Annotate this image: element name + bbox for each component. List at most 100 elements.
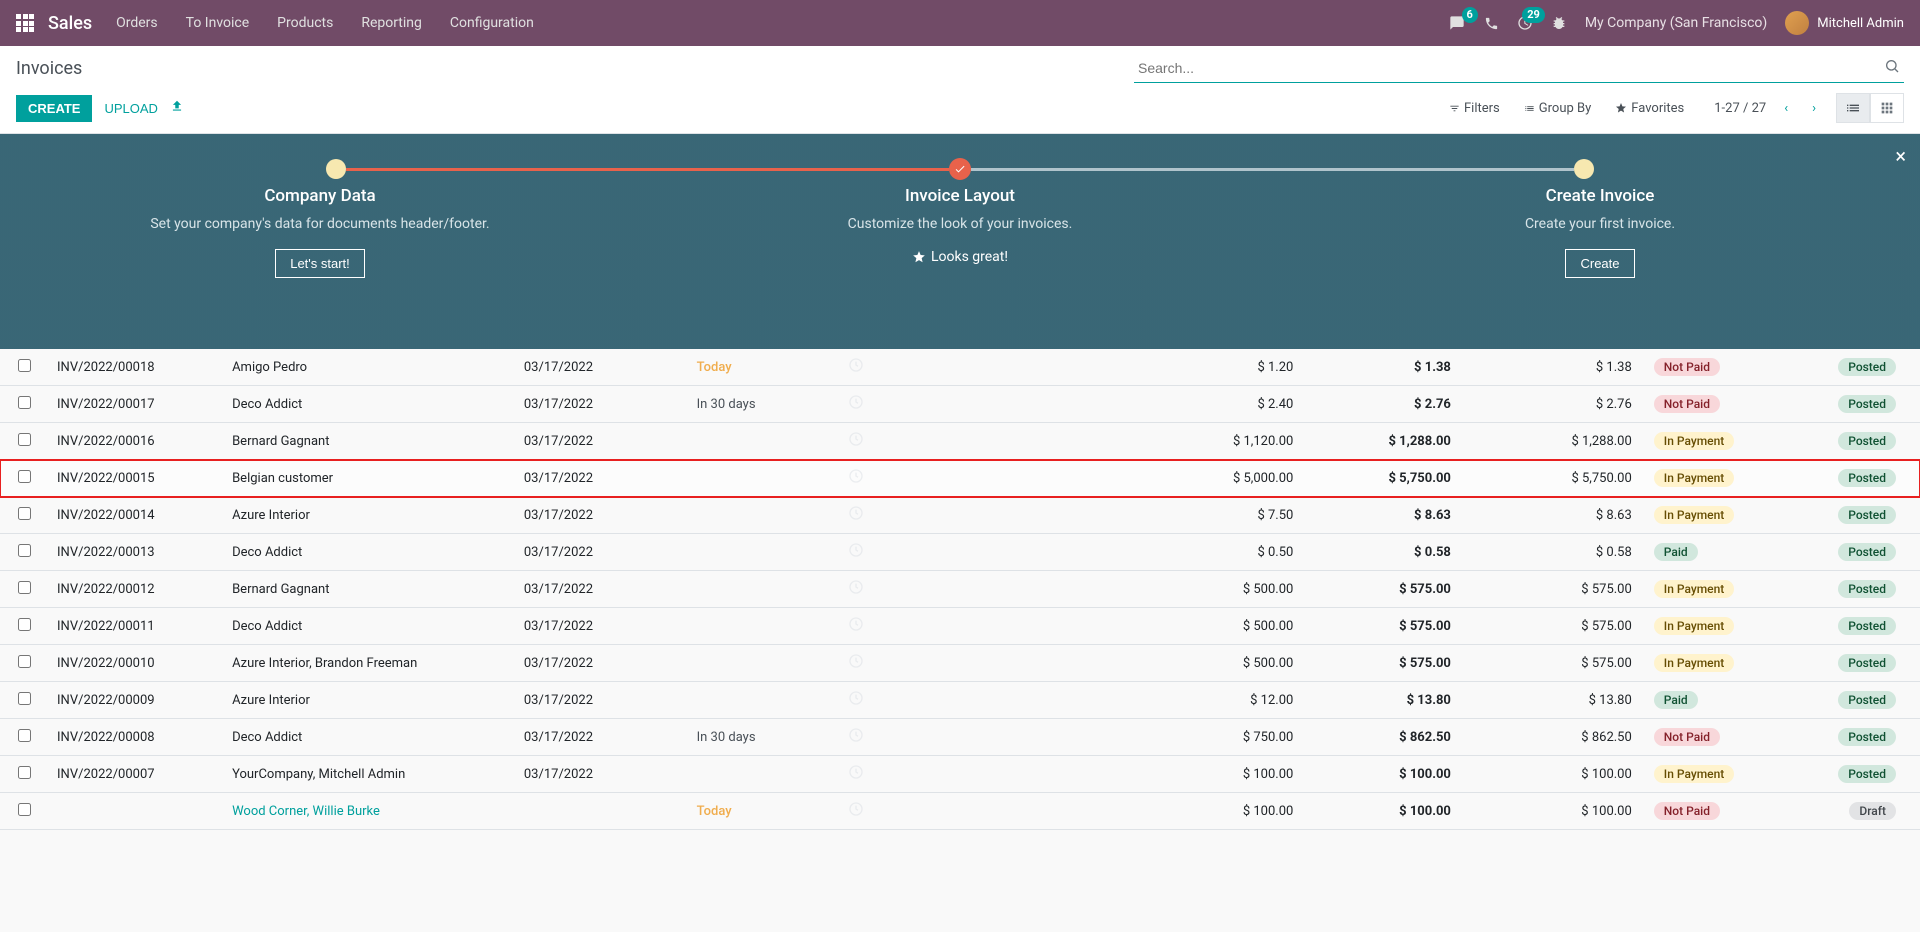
table-row[interactable]: INV/2022/00010 Azure Interior, Brandon F…: [0, 645, 1920, 682]
pager-text[interactable]: 1-27 / 27: [1714, 101, 1766, 116]
row-checkbox[interactable]: [18, 655, 31, 668]
status: Posted: [1803, 608, 1920, 645]
brand-title[interactable]: Sales: [48, 13, 92, 34]
table-row[interactable]: INV/2022/00012 Bernard Gagnant 03/17/202…: [0, 571, 1920, 608]
create-button[interactable]: CREATE: [16, 95, 92, 122]
activity-cell[interactable]: [840, 460, 1143, 497]
invoice-date: 03/17/2022: [516, 386, 689, 423]
amount-due: $ 2.76: [1459, 386, 1640, 423]
customer-name: Amigo Pedro: [224, 349, 516, 386]
row-checkbox[interactable]: [18, 470, 31, 483]
row-checkbox[interactable]: [18, 581, 31, 594]
total: $ 1.38: [1301, 349, 1459, 386]
row-checkbox[interactable]: [18, 396, 31, 409]
customer-name: Deco Addict: [224, 534, 516, 571]
progress-line: [0, 158, 1920, 180]
activity-cell[interactable]: [840, 534, 1143, 571]
invoice-date: 03/17/2022: [516, 682, 689, 719]
activities-icon[interactable]: 29: [1517, 15, 1533, 31]
row-checkbox[interactable]: [18, 507, 31, 520]
activity-cell[interactable]: [840, 645, 1143, 682]
step3-title: Create Invoice: [1320, 186, 1880, 206]
nav-reporting[interactable]: Reporting: [361, 15, 422, 31]
invoice-date: 03/17/2022: [516, 608, 689, 645]
row-checkbox[interactable]: [18, 544, 31, 557]
pager-prev-icon[interactable]: ‹: [1778, 97, 1794, 120]
total: $ 575.00: [1301, 608, 1459, 645]
row-checkbox[interactable]: [18, 729, 31, 742]
list-view-button[interactable]: [1836, 93, 1870, 123]
due-date: [689, 534, 841, 571]
search-input[interactable]: [1134, 54, 1880, 82]
table-row[interactable]: INV/2022/00008 Deco Addict 03/17/2022 In…: [0, 719, 1920, 756]
activity-cell[interactable]: [840, 423, 1143, 460]
row-checkbox[interactable]: [18, 433, 31, 446]
row-checkbox[interactable]: [18, 766, 31, 779]
table-row[interactable]: INV/2022/00015 Belgian customer 03/17/20…: [0, 460, 1920, 497]
total: $ 575.00: [1301, 645, 1459, 682]
table-row[interactable]: INV/2022/00011 Deco Addict 03/17/2022 $ …: [0, 608, 1920, 645]
nav-configuration[interactable]: Configuration: [450, 15, 534, 31]
activity-cell[interactable]: [840, 682, 1143, 719]
total: $ 2.76: [1301, 386, 1459, 423]
activity-cell[interactable]: [840, 386, 1143, 423]
due-date: [689, 682, 841, 719]
activity-cell[interactable]: [840, 719, 1143, 756]
view-switcher: [1836, 93, 1904, 123]
table-row[interactable]: INV/2022/00007 YourCompany, Mitchell Adm…: [0, 756, 1920, 793]
tax-excluded: $ 500.00: [1144, 608, 1302, 645]
amount-due: $ 1,288.00: [1459, 423, 1640, 460]
row-checkbox[interactable]: [18, 359, 31, 372]
payment-status: Paid: [1640, 534, 1803, 571]
apps-icon[interactable]: [16, 14, 34, 32]
messages-icon[interactable]: 6: [1448, 15, 1466, 31]
activity-cell[interactable]: [840, 756, 1143, 793]
amount-due: $ 100.00: [1459, 793, 1640, 830]
phone-icon[interactable]: [1484, 16, 1499, 31]
step1-dot: [326, 159, 346, 179]
activity-cell[interactable]: [840, 793, 1143, 830]
row-checkbox[interactable]: [18, 692, 31, 705]
search-bar: [1134, 54, 1904, 83]
upload-icon[interactable]: [170, 99, 184, 117]
groupby-dropdown[interactable]: Group By: [1524, 101, 1592, 116]
search-icon[interactable]: [1880, 54, 1904, 82]
pager-next-icon[interactable]: ›: [1806, 97, 1822, 120]
table-row[interactable]: INV/2022/00014 Azure Interior 03/17/2022…: [0, 497, 1920, 534]
upload-button[interactable]: UPLOAD: [92, 95, 169, 122]
tax-excluded: $ 0.50: [1144, 534, 1302, 571]
nav-products[interactable]: Products: [277, 15, 333, 31]
favorites-dropdown[interactable]: Favorites: [1615, 101, 1684, 116]
table-row[interactable]: INV/2022/00009 Azure Interior 03/17/2022…: [0, 682, 1920, 719]
debug-icon[interactable]: [1551, 15, 1567, 31]
table-row[interactable]: INV/2022/00013 Deco Addict 03/17/2022 $ …: [0, 534, 1920, 571]
user-menu[interactable]: Mitchell Admin: [1785, 11, 1904, 35]
step3-dot: [1574, 159, 1594, 179]
lets-start-button[interactable]: Let's start!: [275, 249, 365, 278]
status: Posted: [1803, 719, 1920, 756]
activities-badge: 29: [1522, 7, 1545, 23]
filters-dropdown[interactable]: Filters: [1449, 101, 1500, 116]
kanban-view-button[interactable]: [1870, 93, 1904, 123]
customer-name: Azure Interior: [224, 497, 516, 534]
nav-orders[interactable]: Orders: [116, 15, 158, 31]
activity-cell[interactable]: [840, 608, 1143, 645]
check-icon: [954, 163, 966, 175]
table-row[interactable]: INV/2022/00017 Deco Addict 03/17/2022 In…: [0, 386, 1920, 423]
invoice-table-wrap[interactable]: INV/2022/00018 Amigo Pedro 03/17/2022 To…: [0, 349, 1920, 924]
company-selector[interactable]: My Company (San Francisco): [1585, 15, 1767, 31]
nav-to-invoice[interactable]: To Invoice: [186, 15, 250, 31]
invoice-number: INV/2022/00012: [49, 571, 224, 608]
invoice-date: 03/17/2022: [516, 423, 689, 460]
activity-cell[interactable]: [840, 571, 1143, 608]
row-checkbox[interactable]: [18, 803, 31, 816]
step3-desc: Create your first invoice.: [1320, 214, 1880, 235]
table-row[interactable]: INV/2022/00016 Bernard Gagnant 03/17/202…: [0, 423, 1920, 460]
activity-cell[interactable]: [840, 497, 1143, 534]
invoice-date: 03/17/2022: [516, 645, 689, 682]
activity-cell[interactable]: [840, 349, 1143, 386]
row-checkbox[interactable]: [18, 618, 31, 631]
create-invoice-button[interactable]: Create: [1565, 249, 1634, 278]
table-row[interactable]: INV/2022/00018 Amigo Pedro 03/17/2022 To…: [0, 349, 1920, 386]
table-row[interactable]: Wood Corner, Willie Burke Today $ 100.00…: [0, 793, 1920, 830]
